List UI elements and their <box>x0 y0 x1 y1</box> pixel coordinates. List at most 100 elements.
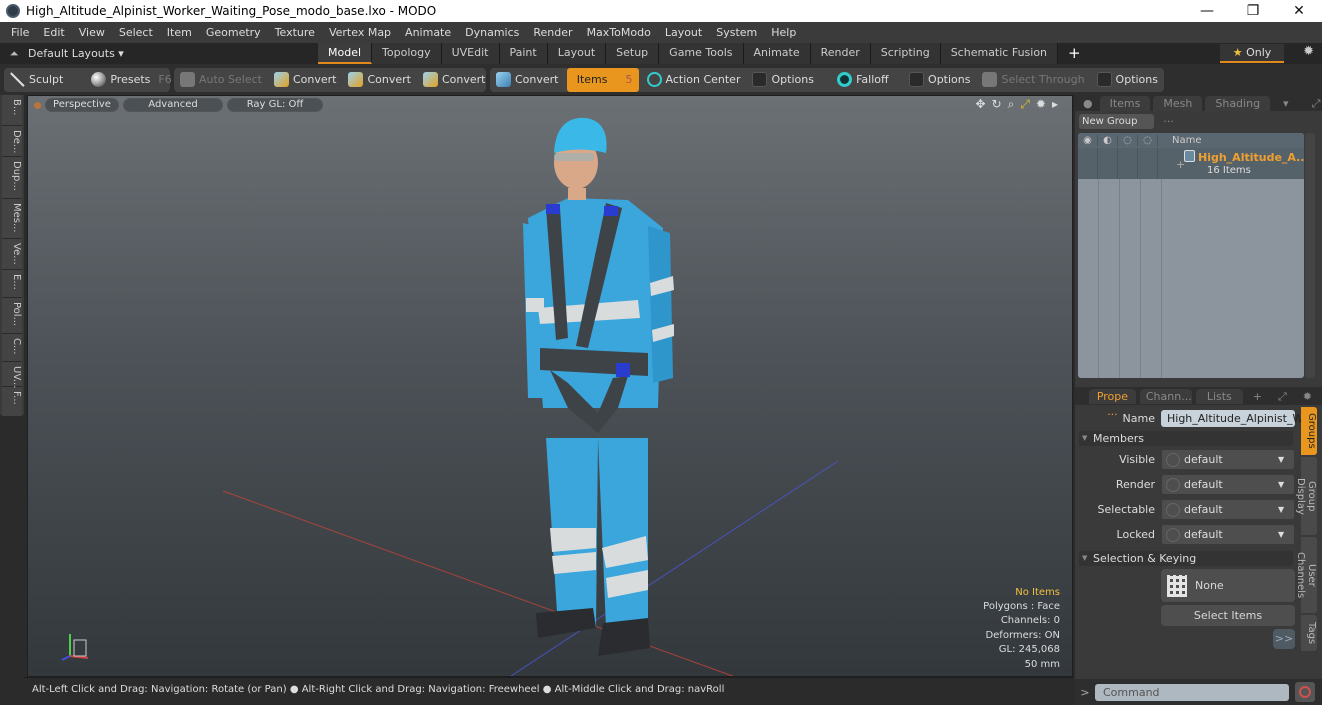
new-group-button[interactable]: New Group <box>1079 114 1154 129</box>
view-mode-button[interactable]: Perspective <box>45 98 119 112</box>
visibility-column-icon[interactable]: ◉ <box>1078 135 1098 146</box>
selectable-dropdown[interactable]: default ▼ <box>1161 499 1295 520</box>
tool-tab-mesh-edit[interactable]: Mes... <box>2 199 22 239</box>
side-tab-group-display[interactable]: Group Display <box>1295 457 1317 535</box>
tab-items[interactable]: Items <box>1099 95 1151 111</box>
convert-vertices-button[interactable]: Convert <box>268 68 343 92</box>
close-button[interactable]: ✕ <box>1276 0 1322 22</box>
tab-channels[interactable]: Chann... <box>1139 388 1192 404</box>
tab-shading[interactable]: Shading <box>1205 95 1271 111</box>
default-layouts-dropdown[interactable]: Default Layouts ▾ <box>28 47 318 60</box>
side-tab-tags[interactable]: Tags <box>1301 615 1317 651</box>
falloff-button[interactable]: Falloff <box>831 68 903 92</box>
tool-tab-uv[interactable]: UV... <box>2 362 22 388</box>
auto-select-button[interactable]: Auto Select <box>174 68 268 92</box>
tab-uvedit[interactable]: UVEdit <box>441 43 500 64</box>
name-field[interactable]: High_Altitude_Alpinist_Wo <box>1161 410 1309 427</box>
zoom-icon[interactable]: ⌕ <box>1008 97 1015 112</box>
tool-tab-vertex[interactable]: Ve... <box>2 239 22 270</box>
menu-animate[interactable]: Animate <box>398 26 458 39</box>
tool-tab-duplicate[interactable]: Dup... <box>2 157 22 199</box>
sculpt-button[interactable]: Sculpt <box>4 68 69 92</box>
visible-dropdown[interactable]: default ▼ <box>1161 449 1295 470</box>
layout-home-icon[interactable]: ⏶ <box>0 47 28 61</box>
pan-icon[interactable]: ✥ <box>975 97 985 112</box>
menu-help[interactable]: Help <box>764 26 803 39</box>
tab-model[interactable]: Model <box>318 43 373 64</box>
viewport-menu-icon[interactable] <box>34 101 41 109</box>
members-section[interactable]: Members <box>1079 431 1293 446</box>
tool-tab-fusion[interactable]: F... <box>2 387 22 417</box>
tool-tab-deform[interactable]: De... <box>2 126 22 157</box>
menu-dynamics[interactable]: Dynamics <box>458 26 526 39</box>
viewport-settings-icon[interactable]: ✹ <box>1036 97 1046 112</box>
tab-schematic-fusion[interactable]: Schematic Fusion <box>940 43 1059 64</box>
side-tab-groups[interactable]: Groups <box>1301 407 1317 455</box>
menu-edit[interactable]: Edit <box>36 26 71 39</box>
tab-scripting[interactable]: Scripting <box>870 43 941 64</box>
record-macro-button[interactable] <box>1295 682 1315 702</box>
panel-expand-icon[interactable]: ⤢ <box>1272 389 1293 404</box>
maximize-button[interactable]: ❐ <box>1230 0 1276 22</box>
tool-tab-polygon[interactable]: Pol... <box>2 298 22 334</box>
command-input[interactable]: Command <box>1095 683 1289 701</box>
menu-render[interactable]: Render <box>526 26 579 39</box>
locked-dropdown[interactable]: default ▼ <box>1161 524 1295 545</box>
menu-layout[interactable]: Layout <box>658 26 709 39</box>
name-column-header[interactable]: Name <box>1158 135 1202 146</box>
tab-layout[interactable]: Layout <box>547 43 607 64</box>
convert-polygons-button[interactable]: Convert <box>417 68 492 92</box>
menu-system[interactable]: System <box>709 26 764 39</box>
falloff-options-button[interactable]: Options <box>903 68 976 92</box>
action-center-options-button[interactable]: Options <box>746 68 831 92</box>
3d-viewport[interactable]: Perspective Advanced Ray GL: Off ✥ ↻ ⌕ ⤢… <box>27 95 1073 677</box>
menu-select[interactable]: Select <box>112 26 160 39</box>
expand-arrow-icon[interactable]: ▸ <box>1052 97 1058 112</box>
tab-topology[interactable]: Topology <box>372 43 442 64</box>
select-column-icon[interactable]: ◌ <box>1118 135 1138 146</box>
keying-none-button[interactable]: None <box>1161 569 1295 602</box>
tool-tab-curve[interactable]: C... <box>2 334 22 362</box>
add-tab-icon[interactable]: + <box>1247 389 1268 404</box>
tool-tab-edge[interactable]: E... <box>2 270 22 298</box>
tab-game-tools[interactable]: Game Tools <box>659 43 744 64</box>
panel-gear-icon[interactable]: ✹ <box>1297 389 1318 404</box>
tab-paint[interactable]: Paint <box>499 43 548 64</box>
selection-keying-section[interactable]: Selection & Keying <box>1079 551 1293 566</box>
menu-texture[interactable]: Texture <box>268 26 322 39</box>
gear-icon[interactable]: ✹ <box>1303 44 1314 59</box>
only-toggle[interactable]: ★ Only <box>1220 44 1284 63</box>
items-mode-button[interactable]: Items 5 <box>566 67 639 92</box>
presets-button[interactable]: Presets F6 <box>85 68 177 92</box>
select-through-options-button[interactable]: Options <box>1091 68 1164 92</box>
select-items-button[interactable]: Select Items <box>1161 605 1295 626</box>
add-tab-button[interactable]: + <box>1058 43 1091 64</box>
minimize-button[interactable]: — <box>1184 0 1230 22</box>
alpinist-worker-model[interactable] <box>498 108 698 668</box>
group-row[interactable]: + High_Altitude_A... 16 Items <box>1078 148 1304 179</box>
tab-properties[interactable]: Prope ... <box>1089 388 1136 418</box>
menu-item[interactable]: Item <box>160 26 199 39</box>
menu-file[interactable]: File <box>4 26 36 39</box>
render-column-icon[interactable]: ◐ <box>1098 135 1118 146</box>
panel-expand-icon[interactable]: ⤢ <box>1302 96 1322 111</box>
select-through-button[interactable]: Select Through <box>976 68 1090 92</box>
menu-view[interactable]: View <box>72 26 112 39</box>
lock-toggle[interactable] <box>1138 148 1158 179</box>
panel-menu-icon[interactable]: ● <box>1079 96 1097 111</box>
render-toggle[interactable] <box>1098 148 1118 179</box>
tool-tab-basic[interactable]: B... <box>2 95 22 126</box>
convert-edges-button[interactable]: Convert <box>342 68 417 92</box>
tab-render[interactable]: Render <box>810 43 871 64</box>
groups-list-scrollbar[interactable] <box>1305 133 1315 378</box>
rotate-icon[interactable]: ↻ <box>992 97 1002 112</box>
action-center-button[interactable]: Action Center <box>641 68 747 92</box>
render-dropdown[interactable]: default ▼ <box>1161 474 1295 495</box>
menu-geometry[interactable]: Geometry <box>199 26 268 39</box>
tab-mesh[interactable]: Mesh ... <box>1153 95 1203 125</box>
menu-maxtomodo[interactable]: MaxToModo <box>580 26 658 39</box>
shading-mode-button[interactable]: Advanced <box>123 98 223 112</box>
side-tab-user-channels[interactable]: User Channels <box>1295 537 1317 613</box>
visibility-toggle[interactable] <box>1078 148 1098 179</box>
convert-items-button[interactable]: Convert <box>490 68 565 92</box>
